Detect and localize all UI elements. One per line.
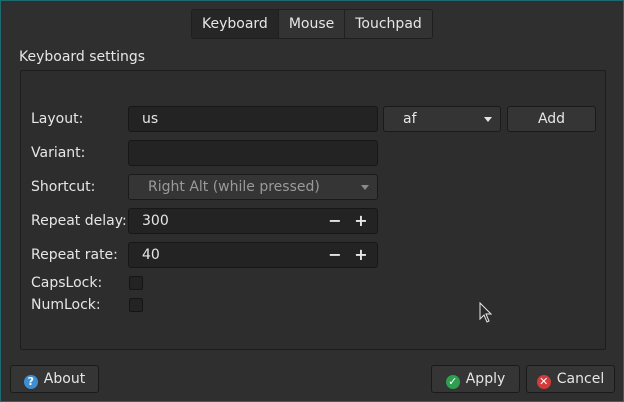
about-button[interactable]: ? About <box>10 365 99 393</box>
keyboard-settings-group: Layout: us af Add Variant: Shortcut: Rig… <box>20 70 606 350</box>
shortcut-value: Right Alt (while pressed) <box>148 179 320 195</box>
chevron-down-icon <box>361 185 369 190</box>
shortcut-label: Shortcut: <box>31 179 96 195</box>
apply-button[interactable]: ✓ Apply <box>431 365 520 393</box>
capslock-checkbox[interactable] <box>129 276 143 290</box>
repeat-rate-spinbox[interactable]: 40 − + <box>128 242 378 268</box>
group-title: Keyboard settings <box>19 49 146 65</box>
cancel-button[interactable]: ✕ Cancel <box>526 365 615 393</box>
help-icon: ? <box>23 375 38 389</box>
repeat-rate-value: 40 <box>142 247 160 263</box>
plus-icon[interactable]: + <box>349 209 373 233</box>
repeat-delay-spinbox[interactable]: 300 − + <box>128 208 378 234</box>
about-label: About <box>43 371 86 387</box>
repeat-rate-label: Repeat rate: <box>31 247 118 263</box>
plus-icon[interactable]: + <box>349 243 373 267</box>
minus-icon[interactable]: − <box>323 209 347 233</box>
settings-window: Keyboard Mouse Touchpad Keyboard setting… <box>0 0 624 402</box>
tab-mouse[interactable]: Mouse <box>277 10 344 38</box>
layout-label: Layout: <box>31 111 84 127</box>
tab-keyboard[interactable]: Keyboard <box>192 10 278 38</box>
mouse-cursor-icon <box>479 302 493 323</box>
shortcut-select[interactable]: Right Alt (while pressed) <box>128 174 378 200</box>
cancel-label: Cancel <box>556 371 605 387</box>
capslock-label: CapsLock: <box>31 275 103 291</box>
repeat-delay-label: Repeat delay: <box>31 213 127 229</box>
tab-bar: Keyboard Mouse Touchpad <box>191 9 433 39</box>
tab-touchpad[interactable]: Touchpad <box>344 10 432 38</box>
check-icon: ✓ <box>445 375 460 389</box>
add-layout-button[interactable]: Add <box>507 106 596 132</box>
numlock-checkbox[interactable] <box>129 298 143 312</box>
layout-input[interactable]: us <box>128 106 378 132</box>
numlock-label: NumLock: <box>31 297 101 313</box>
layout-variant-select[interactable]: af <box>383 106 501 132</box>
chevron-down-icon <box>484 117 492 122</box>
minus-icon[interactable]: − <box>323 243 347 267</box>
variant-label: Variant: <box>31 145 86 161</box>
layout-variant-value: af <box>403 111 417 127</box>
variant-input[interactable] <box>128 140 378 166</box>
repeat-delay-value: 300 <box>142 213 169 229</box>
close-icon: ✕ <box>536 375 551 389</box>
apply-label: Apply <box>465 371 506 387</box>
